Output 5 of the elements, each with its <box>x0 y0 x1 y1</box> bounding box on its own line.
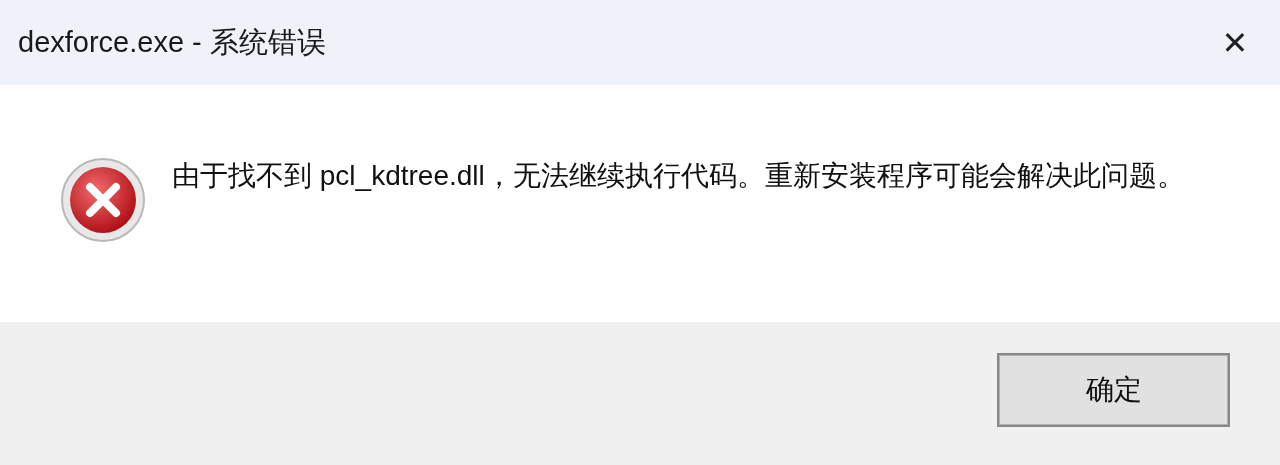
error-message: 由于找不到 pcl_kdtree.dll，无法继续执行代码。重新安装程序可能会解决此问题。 <box>172 159 1186 193</box>
error-icon <box>60 157 146 243</box>
ok-button[interactable]: 确定 <box>997 353 1230 427</box>
close-button[interactable]: ✕ <box>1210 17 1260 68</box>
window-title: dexforce.exe - 系统错误 <box>18 24 326 60</box>
